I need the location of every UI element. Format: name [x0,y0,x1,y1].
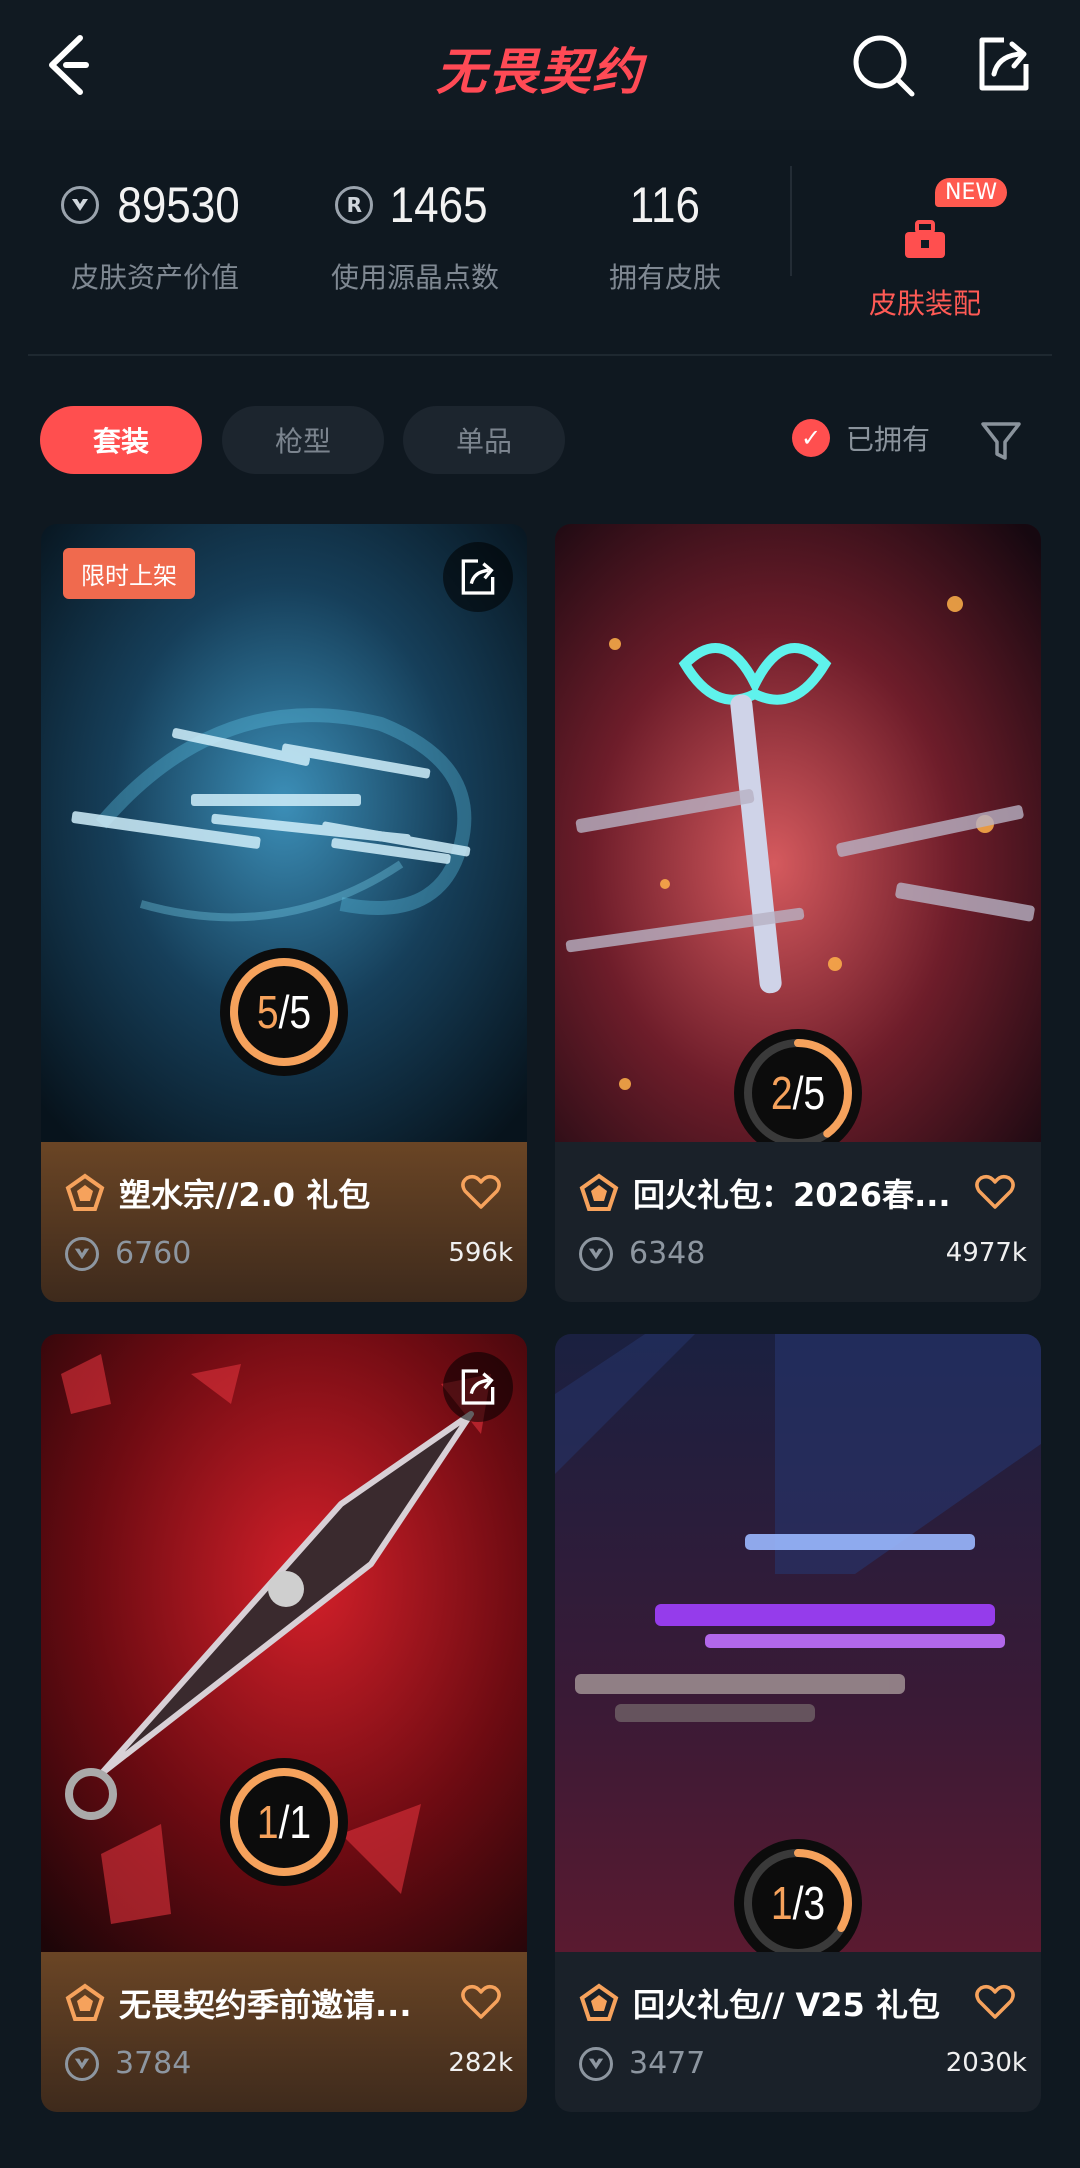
collection-progress: 1/3 [732,1837,864,1969]
owned-count: 1 [770,1877,793,1929]
vp-coin-icon [65,1236,99,1271]
like-count: 4977k [945,1238,1027,1268]
owned-count: 5 [256,986,279,1038]
card-info: 塑水宗//2.0 礼包 6760 596k [41,1142,527,1302]
heart-icon[interactable] [461,1174,501,1210]
card-info: 无畏契约季前邀请... 3784 282k [41,1952,527,2112]
top-bar: 无畏契约 [0,0,1080,130]
vp-coin-icon [61,186,100,224]
share-button[interactable] [443,542,513,612]
bundle-tier-icon [579,1173,619,1211]
bundle-price: 3477 [629,2046,706,2081]
bundle-name: 无畏契约季前邀请... [119,1986,412,2024]
radianite-label: 使用源晶点数 [330,261,499,294]
radianite-stat: R 1465 使用源晶点数 [300,170,530,296]
share-icon [461,559,495,595]
divider [790,166,792,276]
divider [28,354,1052,356]
bundle-name: 回火礼包// V25 礼包 [633,1986,940,2024]
owned-count: 2 [770,1067,793,1119]
radianite-icon: R [335,186,374,224]
collection-progress: 2/5 [732,1027,864,1159]
vp-coin-icon [65,2046,99,2081]
bundle-price: 3784 [115,2046,192,2081]
owned-count: 1 [256,1796,279,1848]
owned-label: 已拥有 [846,423,931,456]
card-info: 回火礼包// V25 礼包 3477 2030k [555,1952,1041,2112]
skin-asset-label: 皮肤资产价值 [70,261,239,294]
total-count: 5 [803,1067,826,1119]
filter-icon[interactable] [980,420,1022,462]
total-count: 5 [289,986,312,1038]
bundle-name: 回火礼包：2026春... [633,1176,951,1214]
skin-asset-stat: 89530 皮肤资产价值 [40,170,270,296]
like-count: 2030k [945,2048,1027,2078]
owned-toggle[interactable]: ✓ 已拥有 [792,418,930,458]
collection-progress: 5/5 [218,946,350,1078]
heart-icon[interactable] [975,1174,1015,1210]
tab-weapon-type[interactable]: 枪型 [222,406,384,474]
like-count: 282k [448,2048,513,2078]
owned-skins-value: 116 [629,177,701,233]
like-count: 596k [448,1238,513,1268]
radianite-value: 1465 [390,177,488,233]
check-icon: ✓ [792,419,830,457]
bundle-tier-icon [65,1173,105,1211]
share-icon [461,1369,495,1405]
bundle-price: 6348 [629,1236,706,1271]
skin-equip-label: 皮肤装配 [868,287,981,320]
page-title: 无畏契约 [436,43,644,101]
search-icon[interactable] [850,32,916,98]
card-info: 回火礼包：2026春... 6348 4977k [555,1142,1041,1302]
vp-coin-icon [579,1236,613,1271]
bundle-card[interactable]: 限时上架 5/5 塑水宗//2.0 礼包 6760 596k [41,524,527,1302]
share-icon[interactable] [974,34,1034,94]
limited-time-badge: 限时上架 [63,548,195,599]
vp-coin-icon [579,2046,613,2081]
bundle-tier-icon [579,1983,619,2021]
bundle-card[interactable]: 2/5 回火礼包：2026春... 6348 4977k [555,524,1041,1302]
owned-skins-stat: 116 拥有皮肤 [550,170,780,296]
owned-skins-label: 拥有皮肤 [608,261,721,294]
tab-bundles[interactable]: 套装 [40,406,202,474]
bundle-name: 塑水宗//2.0 礼包 [119,1176,371,1214]
skin-asset-value: 89530 [117,177,241,233]
skin-equip-button[interactable]: NEW 皮肤装配 [840,170,1010,322]
bundle-price: 6760 [115,1236,192,1271]
stats-panel: 89530 皮肤资产价值 R 1465 使用源晶点数 116 拥有皮肤 NEW … [0,130,1080,355]
toolbox-icon [905,220,945,258]
share-button[interactable] [443,1352,513,1422]
bundle-card[interactable]: 1/1 无畏契约季前邀请... 3784 282k [41,1334,527,2112]
bundle-tier-icon [65,1983,105,2021]
heart-icon[interactable] [975,1984,1015,2020]
collection-progress: 1/1 [218,1756,350,1888]
tab-single-items[interactable]: 单品 [403,406,565,474]
new-badge: NEW [935,178,1008,207]
bundle-card[interactable]: 1/3 回火礼包// V25 礼包 3477 2030k [555,1334,1041,2112]
total-count: 1 [289,1796,312,1848]
total-count: 3 [803,1877,826,1929]
heart-icon[interactable] [461,1984,501,2020]
